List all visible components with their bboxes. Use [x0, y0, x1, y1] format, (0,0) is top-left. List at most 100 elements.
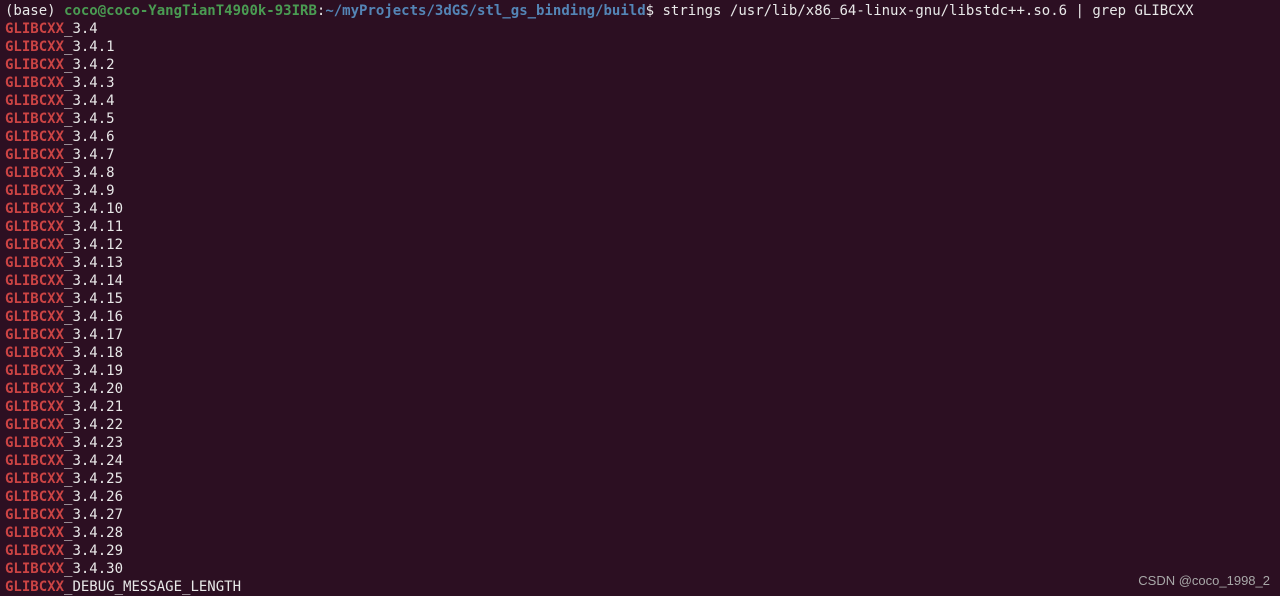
output-line: GLIBCXX_3.4.7 [5, 146, 1280, 164]
grep-match: GLIBCXX [5, 165, 64, 181]
output-line: GLIBCXX_3.4.24 [5, 452, 1280, 470]
grep-match: GLIBCXX [5, 219, 64, 235]
grep-match: GLIBCXX [5, 129, 64, 145]
output-line: GLIBCXX_3.4.16 [5, 308, 1280, 326]
grep-match: GLIBCXX [5, 75, 64, 91]
grep-match: GLIBCXX [5, 507, 64, 523]
grep-match: GLIBCXX [5, 435, 64, 451]
output-line: GLIBCXX_3.4.22 [5, 416, 1280, 434]
output-line: GLIBCXX_3.4.15 [5, 290, 1280, 308]
grep-match: GLIBCXX [5, 183, 64, 199]
output-text: _3.4.15 [64, 291, 123, 307]
output-line: GLIBCXX_3.4.12 [5, 236, 1280, 254]
output-text: _3.4.20 [64, 381, 123, 397]
output-text: _3.4.12 [64, 237, 123, 253]
output-line: GLIBCXX_3.4.11 [5, 218, 1280, 236]
output-text: _DEBUG_MESSAGE_LENGTH [64, 579, 241, 595]
output-text: _3.4.30 [64, 561, 123, 577]
output-text: _3.4.8 [64, 165, 115, 181]
grep-match: GLIBCXX [5, 525, 64, 541]
output-text: _3.4.27 [64, 507, 123, 523]
output-line: GLIBCXX_3.4.23 [5, 434, 1280, 452]
output-text: _3.4.10 [64, 201, 123, 217]
grep-match: GLIBCXX [5, 399, 64, 415]
grep-match: GLIBCXX [5, 201, 64, 217]
grep-match: GLIBCXX [5, 309, 64, 325]
watermark: CSDN @coco_1998_2 [1138, 572, 1270, 590]
output-text: _3.4.22 [64, 417, 123, 433]
output-text: _3.4.2 [64, 57, 115, 73]
grep-match: GLIBCXX [5, 363, 64, 379]
output-text: _3.4.7 [64, 147, 115, 163]
grep-match: GLIBCXX [5, 57, 64, 73]
terminal-output: GLIBCXX_3.4GLIBCXX_3.4.1GLIBCXX_3.4.2GLI… [5, 20, 1280, 596]
output-line: GLIBCXX_3.4.19 [5, 362, 1280, 380]
output-text: _3.4 [64, 21, 98, 37]
grep-match: GLIBCXX [5, 417, 64, 433]
grep-match: GLIBCXX [5, 147, 64, 163]
output-line: GLIBCXX_3.4.14 [5, 272, 1280, 290]
output-text: _3.4.18 [64, 345, 123, 361]
output-line: GLIBCXX_3.4.28 [5, 524, 1280, 542]
output-text: _3.4.24 [64, 453, 123, 469]
output-line: GLIBCXX_3.4.8 [5, 164, 1280, 182]
output-text: _3.4.28 [64, 525, 123, 541]
output-line: GLIBCXX_3.4.27 [5, 506, 1280, 524]
command-text: strings /usr/lib/x86_64-linux-gnu/libstd… [662, 3, 1193, 19]
prompt-dollar: $ [646, 3, 663, 19]
output-line: GLIBCXX_3.4.4 [5, 92, 1280, 110]
output-text: _3.4.17 [64, 327, 123, 343]
grep-match: GLIBCXX [5, 489, 64, 505]
output-text: _3.4.23 [64, 435, 123, 451]
output-text: _3.4.3 [64, 75, 115, 91]
grep-match: GLIBCXX [5, 291, 64, 307]
output-line: GLIBCXX_3.4.29 [5, 542, 1280, 560]
output-line: GLIBCXX_3.4.5 [5, 110, 1280, 128]
output-line: GLIBCXX_3.4.21 [5, 398, 1280, 416]
grep-match: GLIBCXX [5, 21, 64, 37]
current-path: ~/myProjects/3dGS/stl_gs_binding/build [325, 3, 645, 19]
grep-match: GLIBCXX [5, 111, 64, 127]
output-line: GLIBCXX_3.4.26 [5, 488, 1280, 506]
terminal-window[interactable]: (base) coco@coco-YangTianT4900k-93IRB:~/… [5, 2, 1280, 596]
grep-match: GLIBCXX [5, 471, 64, 487]
output-line: GLIBCXX_3.4.1 [5, 38, 1280, 56]
grep-match: GLIBCXX [5, 543, 64, 559]
output-text: _3.4.5 [64, 111, 115, 127]
grep-match: GLIBCXX [5, 39, 64, 55]
output-text: _3.4.29 [64, 543, 123, 559]
grep-match: GLIBCXX [5, 381, 64, 397]
output-line: GLIBCXX_3.4.2 [5, 56, 1280, 74]
output-line: GLIBCXX_3.4.18 [5, 344, 1280, 362]
output-line: GLIBCXX_3.4.6 [5, 128, 1280, 146]
grep-match: GLIBCXX [5, 345, 64, 361]
output-line: GLIBCXX_3.4.13 [5, 254, 1280, 272]
output-line: GLIBCXX_3.4.10 [5, 200, 1280, 218]
output-line: GLIBCXX_3.4.3 [5, 74, 1280, 92]
output-text: _3.4.4 [64, 93, 115, 109]
output-line: GLIBCXX_3.4.17 [5, 326, 1280, 344]
output-text: _3.4.19 [64, 363, 123, 379]
output-text: _3.4.13 [64, 255, 123, 271]
output-line: GLIBCXX_3.4.9 [5, 182, 1280, 200]
output-text: _3.4.14 [64, 273, 123, 289]
output-line: GLIBCXX_3.4.30 [5, 560, 1280, 578]
output-text: _3.4.16 [64, 309, 123, 325]
output-line: GLIBCXX_3.4 [5, 20, 1280, 38]
user-host: coco@coco-YangTianT4900k-93IRB [64, 3, 317, 19]
grep-match: GLIBCXX [5, 255, 64, 271]
output-text: _3.4.26 [64, 489, 123, 505]
output-text: _3.4.9 [64, 183, 115, 199]
output-text: _3.4.11 [64, 219, 123, 235]
grep-match: GLIBCXX [5, 93, 64, 109]
output-text: _3.4.25 [64, 471, 123, 487]
output-text: _3.4.21 [64, 399, 123, 415]
grep-match: GLIBCXX [5, 327, 64, 343]
grep-match: GLIBCXX [5, 237, 64, 253]
grep-match: GLIBCXX [5, 579, 64, 595]
grep-match: GLIBCXX [5, 561, 64, 577]
output-text: _3.4.1 [64, 39, 115, 55]
output-line: GLIBCXX_3.4.25 [5, 470, 1280, 488]
output-line: GLIBCXX_3.4.20 [5, 380, 1280, 398]
grep-match: GLIBCXX [5, 453, 64, 469]
